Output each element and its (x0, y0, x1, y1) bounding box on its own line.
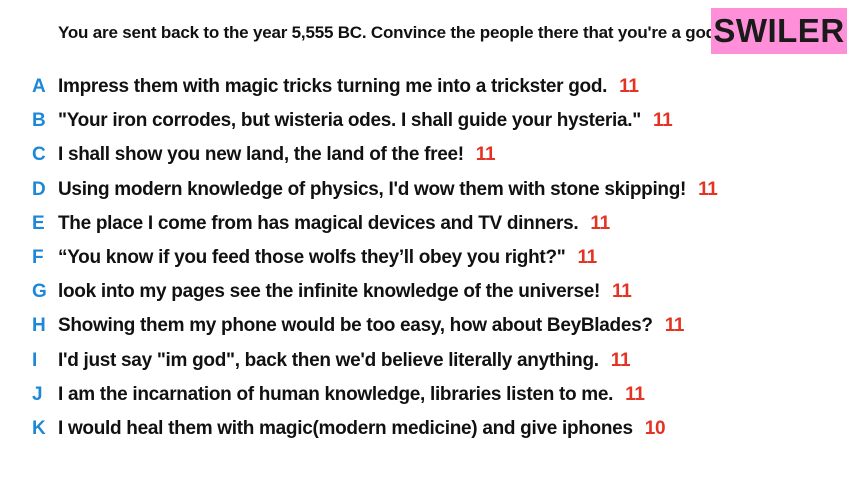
answer-text-content: I shall show you new land, the land of t… (58, 144, 464, 166)
answer-score: 11 (652, 110, 673, 132)
answer-letter: K (32, 417, 46, 439)
answer-text-content: I'd just say "im god", back then we'd be… (58, 349, 599, 371)
answer-text-content: Showing them my phone would be too easy,… (58, 315, 653, 337)
answer-text-content: "Your iron corrodes, but wisteria odes. … (58, 110, 641, 132)
answer-text: I'd just say "im god", back then we'd be… (58, 349, 631, 372)
answer-row-b: B "Your iron corrodes, but wisteria odes… (0, 104, 853, 138)
answer-text: I would heal them with magic(modern medi… (58, 417, 666, 440)
answer-letter: E (32, 212, 45, 234)
answer-row-a: A Impress them with magic tricks turning… (0, 70, 853, 104)
answer-score: 11 (577, 247, 597, 269)
answer-score: 11 (475, 144, 496, 166)
answer-text-content: Using modern knowledge of physics, I'd w… (58, 178, 687, 200)
brand-logo-text: SWILER (713, 12, 845, 49)
answer-row-f: F “You know if you feed those wolfs they… (0, 241, 853, 275)
answer-text-content: look into my pages see the infinite know… (58, 281, 601, 303)
answer-score: 10 (644, 417, 666, 439)
answer-row-i: I I'd just say "im god", back then we'd … (0, 344, 853, 378)
answer-list: A Impress them with magic tricks turning… (0, 70, 853, 446)
answer-score: 11 (698, 178, 718, 200)
answer-row-j: J I am the incarnation of human knowledg… (0, 378, 853, 412)
answer-row-k: K I would heal them with magic(modern me… (0, 412, 853, 446)
answer-text: “You know if you feed those wolfs they’l… (58, 247, 597, 269)
answer-row-e: E The place I come from has magical devi… (0, 207, 853, 241)
answer-letter: D (32, 178, 46, 200)
answer-row-h: H Showing them my phone would be too eas… (0, 309, 853, 343)
answer-text-content: Impress them with magic tricks turning m… (58, 76, 608, 98)
answer-letter: C (32, 144, 46, 166)
answer-score: 11 (610, 349, 631, 371)
answer-letter: H (32, 315, 46, 337)
answer-text: Showing them my phone would be too easy,… (58, 315, 684, 337)
answer-row-g: G look into my pages see the infinite kn… (0, 275, 853, 309)
answer-text: I am the incarnation of human knowledge,… (58, 384, 645, 406)
answer-text: look into my pages see the infinite know… (58, 281, 632, 303)
answer-letter: J (32, 383, 43, 405)
answer-letter: B (32, 110, 46, 132)
answer-letter: F (32, 247, 44, 269)
answer-score: 11 (590, 212, 610, 234)
answer-text: "Your iron corrodes, but wisteria odes. … (58, 110, 673, 132)
answer-score: 11 (619, 76, 639, 98)
question-prompt: You are sent back to the year 5,555 BC. … (58, 23, 721, 42)
answer-text-content: “You know if you feed those wolfs they’l… (58, 247, 566, 269)
answer-letter: I (32, 349, 38, 371)
brand-badge: SWILER (711, 8, 847, 54)
answer-text: I shall show you new land, the land of t… (58, 144, 496, 166)
answer-row-d: D Using modern knowledge of physics, I'd… (0, 173, 853, 207)
answer-text: Impress them with magic tricks turning m… (58, 76, 639, 98)
answer-row-c: C I shall show you new land, the land of… (0, 138, 853, 172)
answer-score: 11 (625, 383, 645, 405)
answer-text: The place I come from has magical device… (58, 213, 610, 235)
answer-text: Using modern knowledge of physics, I'd w… (58, 179, 718, 201)
answer-text-content: I am the incarnation of human knowledge,… (58, 383, 614, 405)
answer-text-content: I would heal them with magic(modern medi… (58, 417, 633, 439)
answer-text-content: The place I come from has magical device… (58, 212, 579, 234)
answer-letter: A (32, 76, 46, 98)
answer-letter: G (32, 281, 47, 303)
answer-score: 11 (664, 315, 685, 337)
answer-score: 11 (612, 281, 632, 303)
